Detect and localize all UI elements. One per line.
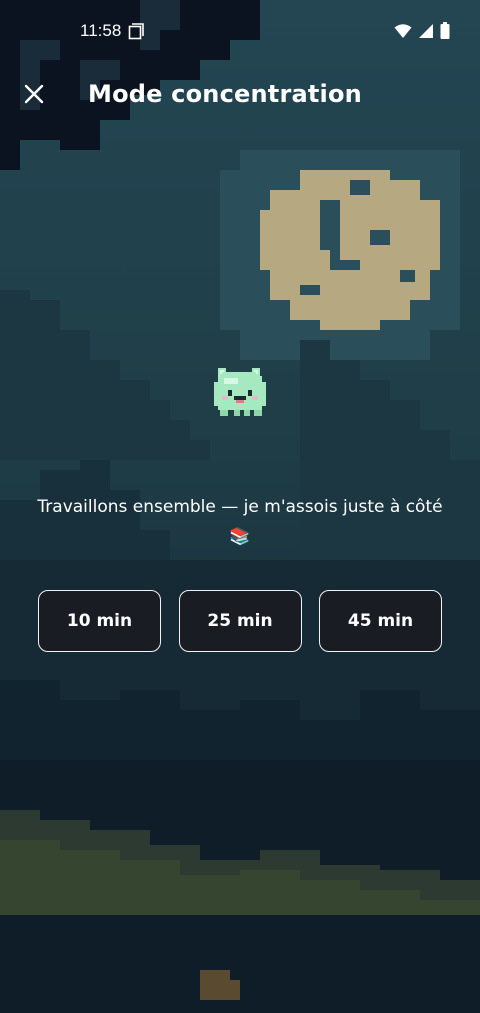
screenshot-doc-icon — [128, 23, 144, 40]
status-time: 11:58 — [80, 21, 122, 40]
close-icon — [24, 84, 44, 104]
duration-25-button[interactable]: 25 min — [178, 590, 302, 652]
status-bar: 11:58 — [0, 0, 480, 64]
duration-45-button[interactable]: 45 min — [319, 590, 442, 652]
duration-options: 10 min 25 min 45 min — [38, 590, 442, 652]
cell-signal-icon — [418, 23, 434, 43]
close-button[interactable] — [14, 74, 54, 114]
page-title: Mode concentration — [88, 80, 362, 108]
app-bar: Mode concentration — [0, 64, 480, 126]
wifi-icon — [394, 23, 412, 43]
focus-mode-screen: 11:58 Mode concentration Travaillons ens… — [0, 0, 480, 1013]
status-icons — [394, 22, 450, 43]
battery-icon — [440, 22, 450, 43]
duration-10-button[interactable]: 10 min — [38, 590, 161, 652]
pixel-pet-mascot — [214, 368, 266, 416]
companion-message: Travaillons ensemble — je m'assois juste… — [37, 497, 443, 547]
